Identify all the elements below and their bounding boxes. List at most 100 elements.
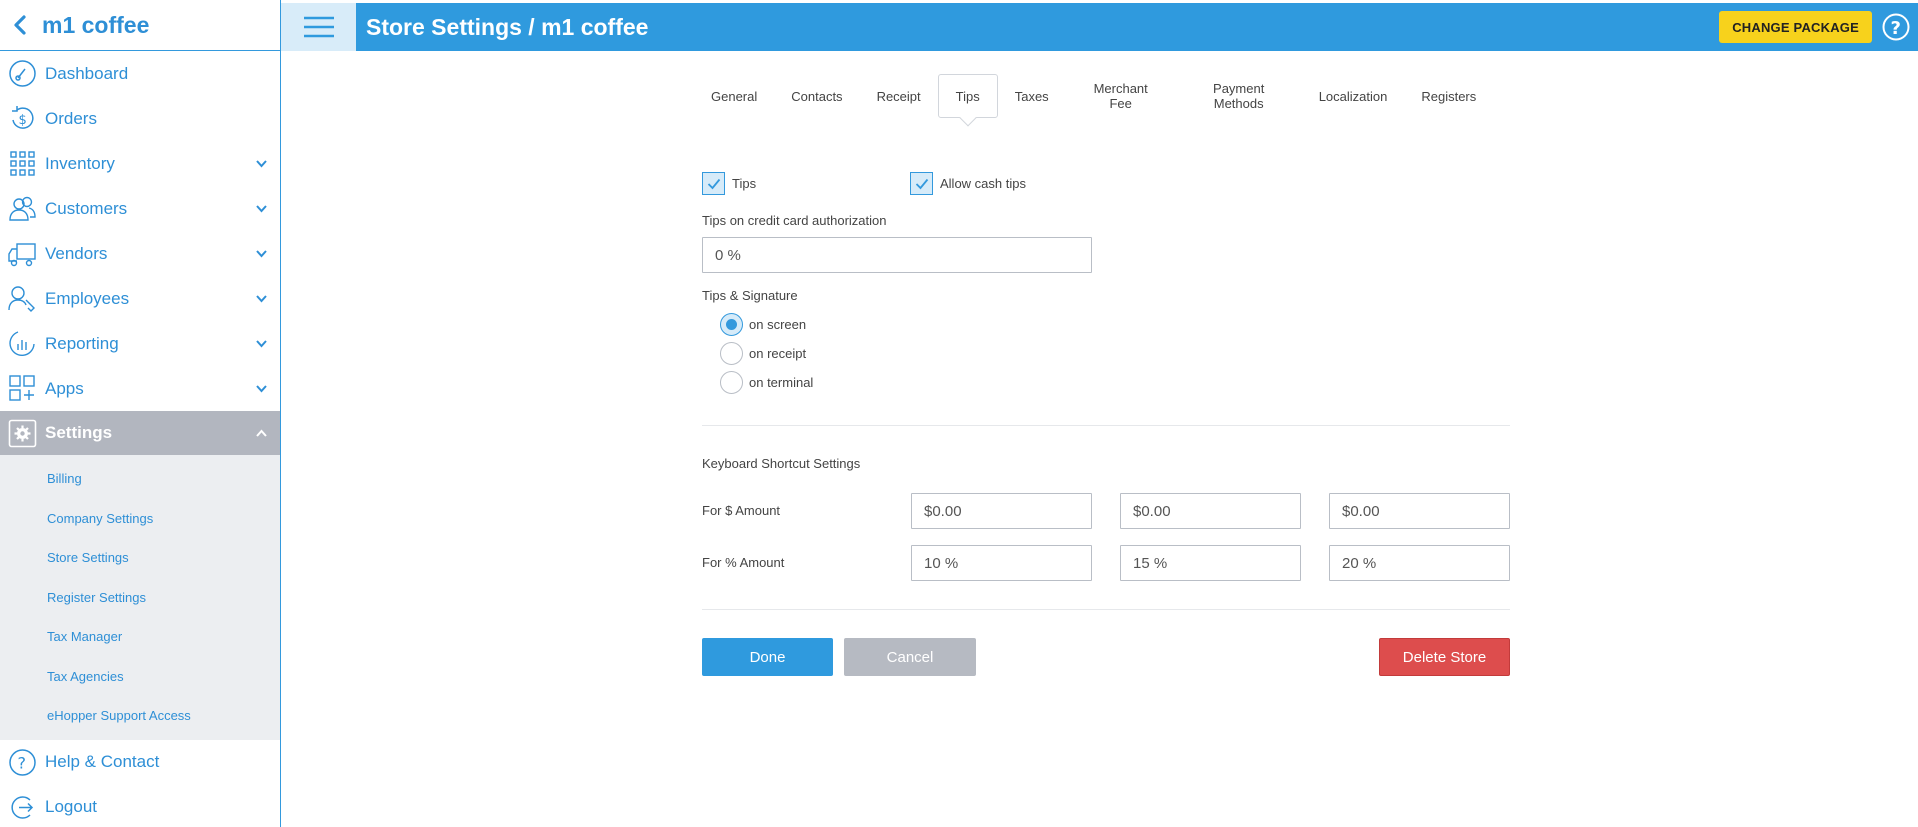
cash-tips-checkbox[interactable] — [910, 172, 933, 195]
sidebar-item-customers[interactable]: Customers — [0, 186, 280, 231]
radio-on-terminal-button[interactable] — [720, 371, 743, 394]
sidebar-item-settings[interactable]: Settings — [0, 411, 280, 455]
hamburger-icon — [303, 16, 334, 38]
store-name: m1 coffee — [42, 11, 150, 38]
radio-on-screen-label: on screen — [749, 317, 807, 332]
sidebar-item-label: Inventory — [45, 153, 115, 173]
dollar-amount-input-1[interactable] — [911, 493, 1092, 529]
delete-store-button[interactable]: Delete Store — [1379, 638, 1510, 676]
chevron-down-icon[interactable] — [255, 292, 268, 305]
cash-tips-checkbox-label: Allow cash tips — [940, 176, 1026, 191]
sidebar-subitem-billing[interactable]: Billing — [0, 459, 280, 499]
truck-icon — [8, 243, 36, 267]
svg-text:$: $ — [19, 113, 27, 128]
sidebar-item-label: Help & Contact — [45, 752, 160, 771]
chevron-down-icon[interactable] — [255, 247, 268, 260]
dollar-cycle-icon: $ — [12, 106, 34, 129]
gear-icon — [8, 419, 37, 447]
speedometer-icon — [9, 60, 36, 87]
sidebar-item-label: Vendors — [45, 243, 108, 263]
sidebar: m1 coffee Dashboard $ Orders Inventory C… — [0, 0, 281, 827]
sidebar-item-employees[interactable]: Employees — [0, 276, 280, 321]
percent-amount-input-1[interactable] — [911, 545, 1092, 581]
sidebar-subitem-store-settings[interactable]: Store Settings — [0, 538, 280, 578]
top-header: Store Settings / m1 coffee CHANGE PACKAG… — [281, 3, 1918, 51]
svg-text:?: ? — [1891, 18, 1901, 39]
check-icon — [707, 178, 720, 189]
tips-checkbox-label: Tips — [732, 176, 757, 191]
apps-icon — [9, 375, 35, 401]
percent-amount-input-2[interactable] — [1120, 545, 1301, 581]
tab-general[interactable]: General — [694, 74, 774, 118]
tips-checkbox[interactable] — [702, 172, 725, 195]
sidebar-item-label: Orders — [45, 108, 97, 128]
sidebar-item-orders[interactable]: $ Orders — [0, 96, 280, 141]
sidebar-item-inventory[interactable]: Inventory — [0, 141, 280, 186]
dollar-amount-input-2[interactable] — [1120, 493, 1301, 529]
sidebar-item-reporting[interactable]: Reporting — [0, 321, 280, 366]
cash-tips-checkbox-row[interactable]: Allow cash tips — [910, 172, 1026, 195]
radio-on-screen-button[interactable] — [720, 313, 743, 336]
percent-amount-label: For % Amount — [702, 555, 785, 570]
store-brand[interactable]: m1 coffee — [0, 0, 280, 51]
chevron-down-icon[interactable] — [255, 382, 268, 395]
sidebar-item-label: Customers — [45, 198, 128, 218]
tab-payment-methods[interactable]: Payment Methods — [1176, 74, 1302, 118]
chevron-down-icon[interactable] — [255, 202, 268, 215]
back-arrow-icon[interactable] — [10, 14, 32, 36]
dollar-amount-label: For $ Amount — [702, 503, 781, 518]
settings-tabs: General Contacts Receipt Tips Taxes Merc… — [694, 73, 1493, 119]
change-package-button[interactable]: CHANGE PACKAGE — [1719, 11, 1872, 43]
settings-submenu: Billing Company Settings Store Settings … — [0, 455, 280, 740]
help-icon[interactable]: ? — [1882, 13, 1910, 41]
tab-merchant-fee[interactable]: Merchant Fee — [1066, 74, 1176, 118]
radio-on-receipt-label: on receipt — [749, 346, 807, 361]
shortcuts-title: Keyboard Shortcut Settings — [702, 456, 861, 471]
menu-toggle-button[interactable] — [281, 3, 356, 51]
tips-checkbox-row[interactable]: Tips — [702, 172, 756, 195]
chevron-up-icon[interactable] — [255, 427, 268, 440]
radio-on-screen[interactable]: on screen — [720, 313, 806, 336]
chart-icon — [9, 331, 35, 356]
chevron-down-icon[interactable] — [255, 157, 268, 170]
done-button[interactable]: Done — [702, 638, 833, 676]
sidebar-subitem-tax-agencies[interactable]: Tax Agencies — [0, 657, 280, 697]
tab-taxes[interactable]: Taxes — [998, 74, 1066, 118]
sidebar-subitem-support-access[interactable]: eHopper Support Access — [0, 696, 280, 736]
section-divider — [702, 425, 1510, 426]
sidebar-item-label: Reporting — [45, 333, 119, 353]
radio-on-terminal-label: on terminal — [749, 375, 814, 390]
section-divider — [702, 609, 1510, 610]
credit-auth-input[interactable] — [702, 237, 1092, 273]
sidebar-item-help[interactable]: ? Help & Contact — [0, 740, 280, 785]
app-root: m1 coffee Dashboard $ Orders Inventory C… — [0, 0, 1918, 827]
radio-on-receipt[interactable]: on receipt — [720, 342, 806, 365]
cancel-button[interactable]: Cancel — [844, 638, 976, 676]
sidebar-item-vendors[interactable]: Vendors — [0, 231, 280, 276]
radio-on-terminal[interactable]: on terminal — [720, 371, 813, 394]
sidebar-item-label: Apps — [45, 378, 84, 398]
sidebar-subitem-register-settings[interactable]: Register Settings — [0, 578, 280, 618]
employee-icon — [8, 286, 35, 312]
sidebar-subitem-company-settings[interactable]: Company Settings — [0, 499, 280, 539]
tab-contacts[interactable]: Contacts — [774, 74, 859, 118]
percent-amount-input-3[interactable] — [1329, 545, 1510, 581]
sidebar-item-label: Settings — [45, 423, 113, 442]
radio-on-receipt-button[interactable] — [720, 342, 743, 365]
sidebar-item-dashboard[interactable]: Dashboard — [0, 51, 280, 96]
main-content: General Contacts Receipt Tips Taxes Merc… — [281, 51, 1918, 827]
logout-icon — [11, 795, 34, 819]
sidebar-item-label: Dashboard — [45, 63, 129, 83]
tab-receipt[interactable]: Receipt — [860, 74, 938, 118]
dollar-amount-input-3[interactable] — [1329, 493, 1510, 529]
svg-text:?: ? — [18, 753, 27, 772]
sidebar-subitem-tax-manager[interactable]: Tax Manager — [0, 617, 280, 657]
sidebar-item-logout[interactable]: Logout — [0, 785, 280, 827]
check-icon — [915, 178, 928, 189]
sidebar-item-apps[interactable]: Apps — [0, 366, 280, 411]
chevron-down-icon[interactable] — [255, 337, 268, 350]
tab-localization[interactable]: Localization — [1302, 74, 1405, 118]
tab-tips[interactable]: Tips — [937, 74, 998, 118]
tab-registers[interactable]: Registers — [1404, 74, 1493, 118]
credit-auth-label: Tips on credit card authorization — [702, 213, 887, 228]
